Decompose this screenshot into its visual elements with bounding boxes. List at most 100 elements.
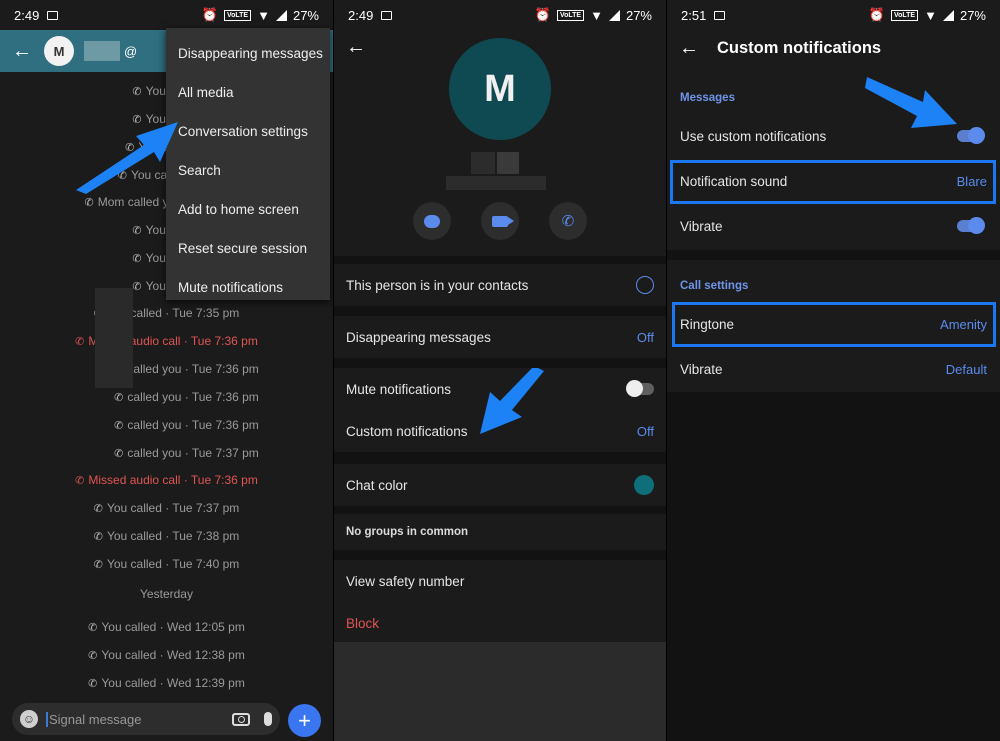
microphone-icon[interactable] <box>264 712 272 726</box>
mute-notifications-toggle[interactable] <box>626 380 654 397</box>
image-notification-icon <box>381 10 393 20</box>
volte-icon: VoLTE <box>890 9 919 21</box>
call-icon: ✆ <box>132 225 142 237</box>
status-bar: 2:49 ⏰ VoLTE ▼ 27% <box>0 0 333 30</box>
call-log-text: Yesterday <box>140 587 193 601</box>
call-log-item: ✆You called · Tue 7:35 pm <box>0 306 333 320</box>
missed-call-icon: ✆ <box>75 475 85 487</box>
contact-person-icon[interactable] <box>636 276 654 294</box>
use-custom-notifications-label: Use custom notifications <box>680 128 827 144</box>
call-icon: ✆ <box>114 392 124 404</box>
chat-color-swatch[interactable] <box>634 475 654 495</box>
mute-notifications-row[interactable]: Mute notifications <box>334 368 666 410</box>
call-log-text: You called · Tue 7:38 pm <box>106 529 240 543</box>
contact-header: ← M ✆ <box>334 30 666 256</box>
date-separator: Yesterday <box>0 587 333 601</box>
menu-item-add-to-home-screen[interactable]: Add to home screen <box>166 190 330 229</box>
contact-avatar[interactable]: M <box>449 38 551 140</box>
message-composer[interactable]: ☺ Signal message <box>12 703 280 735</box>
voice-call-button[interactable]: ✆ <box>549 202 587 240</box>
disappearing-messages-row[interactable]: Disappearing messages Off <box>334 316 666 358</box>
chat-color-row[interactable]: Chat color <box>334 464 666 506</box>
signal-icon <box>608 9 620 21</box>
notification-sound-row[interactable]: Notification sound Blare <box>667 159 1000 203</box>
disappearing-group: Disappearing messages Off <box>334 316 666 358</box>
battery-level: 27% <box>292 7 319 23</box>
status-bar: 2:51 ⏰ VoLTE ▼ 27% <box>667 0 1000 30</box>
wifi-icon: ▼ <box>924 7 937 23</box>
block-row[interactable]: Block <box>334 602 666 644</box>
menu-item-all-media[interactable]: All media <box>166 73 330 112</box>
phone-icon: ✆ <box>561 213 575 230</box>
volte-icon: VoLTE <box>556 9 585 21</box>
avatar[interactable]: M <box>44 36 74 66</box>
ringtone-row[interactable]: Ringtone Amenity <box>667 302 1000 346</box>
use-custom-notifications-toggle[interactable] <box>957 127 985 144</box>
call-icon: ✆ <box>132 114 142 126</box>
back-arrow-icon[interactable]: ← <box>12 40 40 63</box>
redacted-name-part <box>446 176 546 190</box>
signal-icon <box>275 9 287 21</box>
attach-button[interactable]: + <box>288 704 321 737</box>
vibrate-row[interactable]: Vibrate <box>667 204 1000 248</box>
message-input[interactable]: Signal message <box>46 711 142 727</box>
call-log-item: ✆ You called · Wed 12:05 pm <box>0 620 333 634</box>
camera-icon[interactable] <box>232 712 250 726</box>
message-button[interactable] <box>413 202 451 240</box>
call-log-item: ✆ You called · Tue 7:40 pm <box>0 557 333 571</box>
contact-settings-panel: 2:49 ⏰ VoLTE ▼ 27% ← M ✆ This person is … <box>334 0 666 741</box>
alarm-icon: ⏰ <box>534 7 551 22</box>
notifications-group: Mute notifications Custom notifications … <box>334 368 666 452</box>
in-contacts-row[interactable]: This person is in your contacts <box>334 264 666 306</box>
mute-notifications-label: Mute notifications <box>346 381 452 397</box>
call-log-text: You c <box>138 140 168 154</box>
call-vibrate-label: Vibrate <box>680 361 723 377</box>
emoji-icon[interactable]: ☺ <box>20 710 38 728</box>
custom-notifications-row[interactable]: Custom notifications Off <box>334 410 666 452</box>
overflow-menu: Disappearing messages All media Conversa… <box>166 28 330 300</box>
menu-item-disappearing-messages[interactable]: Disappearing messages <box>166 34 330 73</box>
use-custom-notifications-row[interactable]: Use custom notifications <box>667 114 1000 158</box>
battery-level: 27% <box>959 7 986 23</box>
custom-notifications-value: Off <box>636 423 654 439</box>
call-vibrate-row[interactable]: Vibrate Default <box>667 347 1000 391</box>
messages-section-header: Messages <box>680 92 735 104</box>
redacted-name <box>471 152 495 174</box>
menu-item-mute-notifications[interactable]: Mute notifications <box>166 268 330 307</box>
custom-notifications-label: Custom notifications <box>346 423 468 439</box>
toggle-knob <box>968 127 985 144</box>
contacts-group: This person is in your contacts <box>334 264 666 306</box>
video-camera-icon <box>492 215 514 227</box>
call-log-item: ✆ Missed audio call · Tue 7:36 pm <box>0 334 333 348</box>
status-time: 2:51 <box>681 7 707 23</box>
menu-item-search[interactable]: Search <box>166 151 330 190</box>
menu-item-reset-secure-session[interactable]: Reset secure session <box>166 229 330 268</box>
status-time: 2:49 <box>348 7 374 23</box>
disappearing-messages-label: Disappearing messages <box>346 329 491 345</box>
call-icon: ✆ <box>88 622 98 634</box>
video-call-button[interactable] <box>481 202 519 240</box>
call-log-item: ✆ You called · Tue 7:37 pm <box>0 501 333 515</box>
vibrate-toggle[interactable] <box>957 217 985 234</box>
call-log-text: called you · Tue 7:36 pm <box>127 418 259 432</box>
call-log-item: ✆called you · Tue 7:36 pm <box>0 362 333 376</box>
call-log-item: ✆ Missed audio call · Tue 7:36 pm <box>0 473 333 487</box>
back-arrow-icon[interactable]: ← <box>346 36 366 59</box>
empty-area <box>667 392 1000 741</box>
signal-icon <box>942 9 954 21</box>
back-arrow-icon[interactable]: ← <box>679 37 699 60</box>
notification-sound-label: Notification sound <box>680 173 788 189</box>
call-icon: ✆ <box>132 253 142 265</box>
call-icon: ✆ <box>125 142 135 154</box>
call-icon: ✆ <box>93 559 103 571</box>
call-log-text: You called · Tue 7:37 pm <box>106 501 240 515</box>
call-icon: ✆ <box>132 86 142 98</box>
view-safety-number-row[interactable]: View safety number <box>334 560 666 602</box>
call-icon: ✆ <box>93 531 103 543</box>
status-time: 2:49 <box>14 7 40 23</box>
menu-item-conversation-settings[interactable]: Conversation settings <box>166 112 330 151</box>
in-contacts-label: This person is in your contacts <box>346 277 529 293</box>
call-log-text: called you · Tue 7:36 pm <box>127 362 259 376</box>
call-log-item: ✆ called you · Tue 7:37 pm <box>0 446 333 460</box>
call-icon: ✆ <box>93 503 103 515</box>
